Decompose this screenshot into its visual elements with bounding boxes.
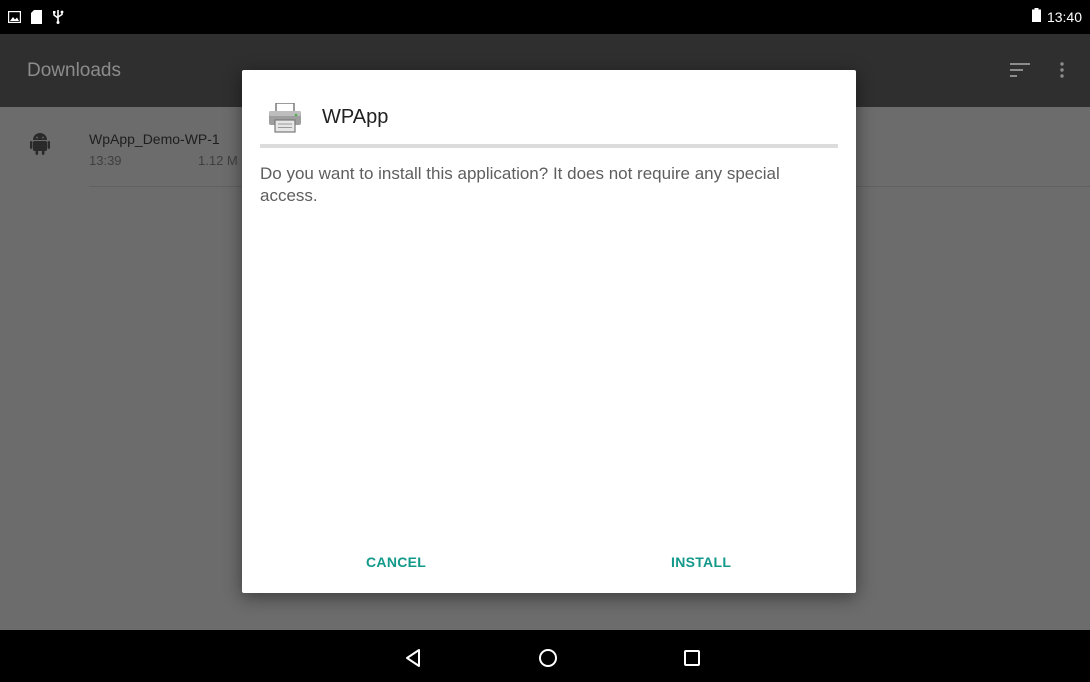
status-time: 13:40 (1046, 8, 1082, 25)
cancel-button[interactable]: CANCEL (366, 554, 426, 570)
install-dialog: WPApp Do you want to install this applic… (242, 70, 856, 593)
download-size: 1.12 M (198, 153, 238, 168)
recents-icon[interactable] (680, 646, 704, 670)
download-time: 13:39 (89, 153, 122, 168)
sd-card-icon (31, 9, 42, 29)
sort-icon[interactable] (1010, 63, 1030, 82)
toolbar-actions (1010, 62, 1064, 83)
usb-icon (52, 9, 64, 29)
battery-icon (1031, 8, 1041, 25)
download-file-name: WpApp_Demo-WP-1 (89, 131, 220, 147)
install-button[interactable]: INSTALL (671, 554, 731, 570)
dialog-message: Do you want to install this application?… (260, 164, 780, 205)
image-notification-icon (7, 10, 22, 28)
page-title: Downloads (27, 60, 121, 81)
dialog-divider (260, 144, 838, 148)
navigation-bar (0, 630, 1090, 682)
printer-icon (268, 102, 302, 138)
status-system-area: 13:40 (1031, 8, 1082, 25)
status-notification-icons (7, 9, 64, 29)
dialog-title: WPApp (322, 106, 389, 128)
status-bar: 13:40 (0, 0, 1090, 34)
overflow-menu-icon[interactable] (1060, 62, 1064, 83)
home-icon[interactable] (536, 646, 560, 670)
android-robot-icon (30, 131, 50, 160)
back-icon[interactable] (401, 646, 425, 670)
